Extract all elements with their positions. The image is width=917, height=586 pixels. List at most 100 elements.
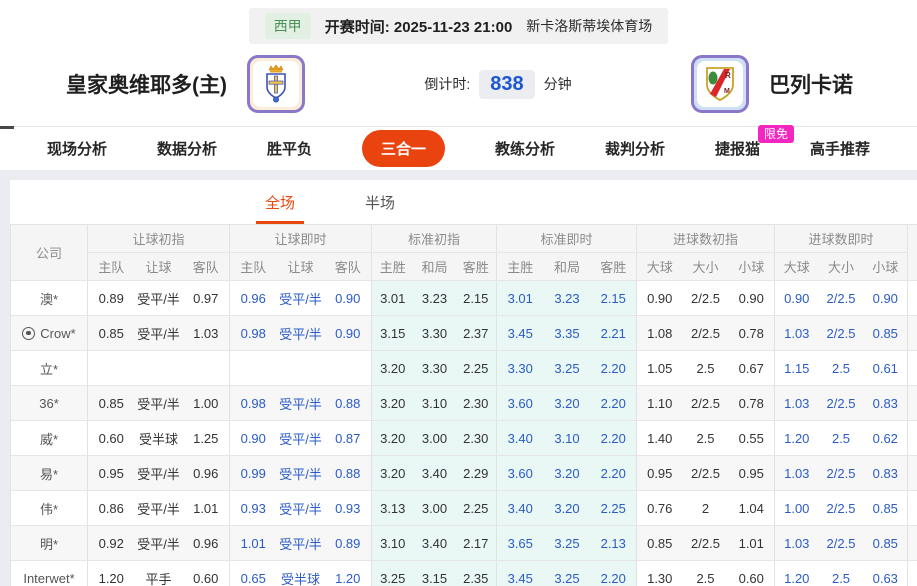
company-cell[interactable]: 伟*: [11, 491, 88, 526]
away-team-logo: R M: [691, 55, 749, 113]
nav-tab-data-analysis[interactable]: 数据分析: [157, 138, 217, 159]
period-tab-half-time[interactable]: 半场: [356, 192, 404, 224]
odds-cell: 受半球: [135, 421, 183, 456]
nav-tab-jiebaomao[interactable]: 捷报猫限免: [715, 138, 760, 159]
odds-cell: 2.25: [591, 491, 637, 526]
odds-cell: 1.20: [775, 421, 819, 456]
match-header: 皇家奥维耶多(主) 倒计时: 838 分钟: [0, 44, 917, 126]
company-cell[interactable]: 易*: [11, 456, 88, 491]
company-name: Crow*: [40, 326, 75, 341]
odds-cell: 0.78: [729, 386, 775, 421]
overflow-cell: [908, 561, 917, 586]
odds-cell: 0.61: [864, 351, 908, 386]
odds-cell: 3.20: [372, 456, 414, 491]
odds-table: 公司让球初指让球即时标准初指标准即时进球数初指进球数即时主队让球客队主队让球客队…: [10, 224, 917, 586]
odds-cell: 3.30: [414, 316, 456, 351]
company-cell[interactable]: Interwet*: [11, 561, 88, 586]
home-team-logo: [247, 55, 305, 113]
table-row: 立*3.203.302.253.303.252.201.052.50.671.1…: [11, 351, 917, 386]
company-cell[interactable]: 威*: [11, 421, 88, 456]
odds-cell: 2.20: [591, 351, 637, 386]
period-tab-full-time[interactable]: 全场: [256, 192, 304, 224]
odds-cell: 受平/半: [277, 281, 325, 316]
overflow-cell: [908, 491, 917, 526]
odds-cell: 2.25: [456, 351, 497, 386]
column-sub-header: 小球: [729, 253, 775, 281]
odds-cell: [183, 351, 230, 386]
nav-tab-label: 高手推荐: [810, 141, 870, 158]
odds-cell: 0.83: [864, 386, 908, 421]
rayo-vallecano-crest-icon: R M: [697, 61, 743, 107]
odds-cell: 受平/半: [277, 421, 325, 456]
odds-cell: 0.90: [325, 281, 372, 316]
odds-cell: 2.25: [456, 491, 497, 526]
odds-cell: 2.30: [456, 386, 497, 421]
column-group-header: 标准初指: [372, 225, 497, 253]
odds-cell: 2.5: [683, 561, 729, 586]
nav-tab-three-in-one[interactable]: 三合一: [362, 130, 445, 167]
odds-cell: 2/2.5: [819, 456, 864, 491]
column-sub-header: 大球: [775, 253, 819, 281]
company-cell[interactable]: 36*: [11, 386, 88, 421]
overflow-cell: [908, 316, 917, 351]
nav-tab-label: 裁判分析: [605, 141, 665, 158]
odds-cell: 3.01: [372, 281, 414, 316]
odds-cell: 2.29: [456, 456, 497, 491]
nav-tab-win-draw-lose[interactable]: 胜平负: [267, 138, 312, 159]
odds-cell: 0.90: [637, 281, 683, 316]
nav-tab-coach-analysis[interactable]: 教练分析: [495, 138, 555, 159]
odds-cell: 0.90: [775, 281, 819, 316]
odds-cell: 1.20: [775, 561, 819, 586]
company-cell[interactable]: 立*: [11, 351, 88, 386]
odds-cell: 2.5: [819, 561, 864, 586]
home-team-name: 皇家奥维耶多(主): [66, 69, 227, 99]
column-sub-header: 让球: [135, 253, 183, 281]
odds-cell: 2/2.5: [683, 316, 729, 351]
odds-cell: 0.89: [88, 281, 135, 316]
odds-cell: 3.20: [544, 386, 591, 421]
odds-cell: 0.85: [864, 316, 908, 351]
kickoff-value: 2025-11-23 21:00: [394, 19, 512, 36]
company-cell[interactable]: 明*: [11, 526, 88, 561]
odds-cell: 1.01: [183, 491, 230, 526]
odds-cell: 受平/半: [135, 281, 183, 316]
odds-cell: 受平/半: [277, 456, 325, 491]
company-cell[interactable]: Crow*: [11, 316, 88, 351]
table-row: 明*0.92受平/半0.961.01受平/半0.893.103.402.173.…: [11, 526, 917, 561]
odds-cell: 0.95: [88, 456, 135, 491]
table-row: Crow*0.85受平/半1.030.98受平/半0.903.153.302.3…: [11, 316, 917, 351]
svg-text:M: M: [724, 88, 730, 95]
odds-cell: 0.62: [864, 421, 908, 456]
odds-cell: [88, 351, 135, 386]
column-sub-header: 主队: [230, 253, 277, 281]
odds-cell: 3.15: [414, 561, 456, 586]
odds-cell: 0.86: [88, 491, 135, 526]
nav-tab-expert-picks[interactable]: 高手推荐: [810, 138, 870, 159]
nav-tab-label: 教练分析: [495, 141, 555, 158]
odds-cell: 2.15: [456, 281, 497, 316]
odds-cell: 3.25: [544, 561, 591, 586]
odds-cell: 0.85: [864, 491, 908, 526]
nav-tab-referee-analysis[interactable]: 裁判分析: [605, 138, 665, 159]
countdown-unit: 分钟: [544, 74, 572, 94]
match-info-bar: 西甲 开赛时间: 2025-11-23 21:00 新卡洛斯蒂埃体育场: [249, 8, 669, 44]
away-team: R M 巴列卡诺: [691, 55, 853, 113]
overflow-cell: [908, 281, 917, 316]
nav-tab-live-analysis[interactable]: 现场分析: [47, 138, 107, 159]
odds-cell: 3.13: [372, 491, 414, 526]
odds-cell: 受平/半: [277, 526, 325, 561]
odds-cell: 0.60: [183, 561, 230, 586]
kickoff-time: 开赛时间: 2025-11-23 21:00: [325, 16, 513, 37]
odds-cell: 3.45: [497, 316, 544, 351]
odds-cell: 1.00: [183, 386, 230, 421]
odds-cell: 0.90: [325, 316, 372, 351]
odds-cell: 3.10: [544, 421, 591, 456]
column-sub-header: 大小: [819, 253, 864, 281]
odds-cell: 1.03: [775, 316, 819, 351]
odds-cell: 2.30: [456, 421, 497, 456]
odds-cell: 1.10: [637, 386, 683, 421]
company-cell[interactable]: 澳*: [11, 281, 88, 316]
odds-cell: 0.90: [864, 281, 908, 316]
odds-cell: 3.40: [497, 491, 544, 526]
league-badge: 西甲: [265, 13, 311, 39]
